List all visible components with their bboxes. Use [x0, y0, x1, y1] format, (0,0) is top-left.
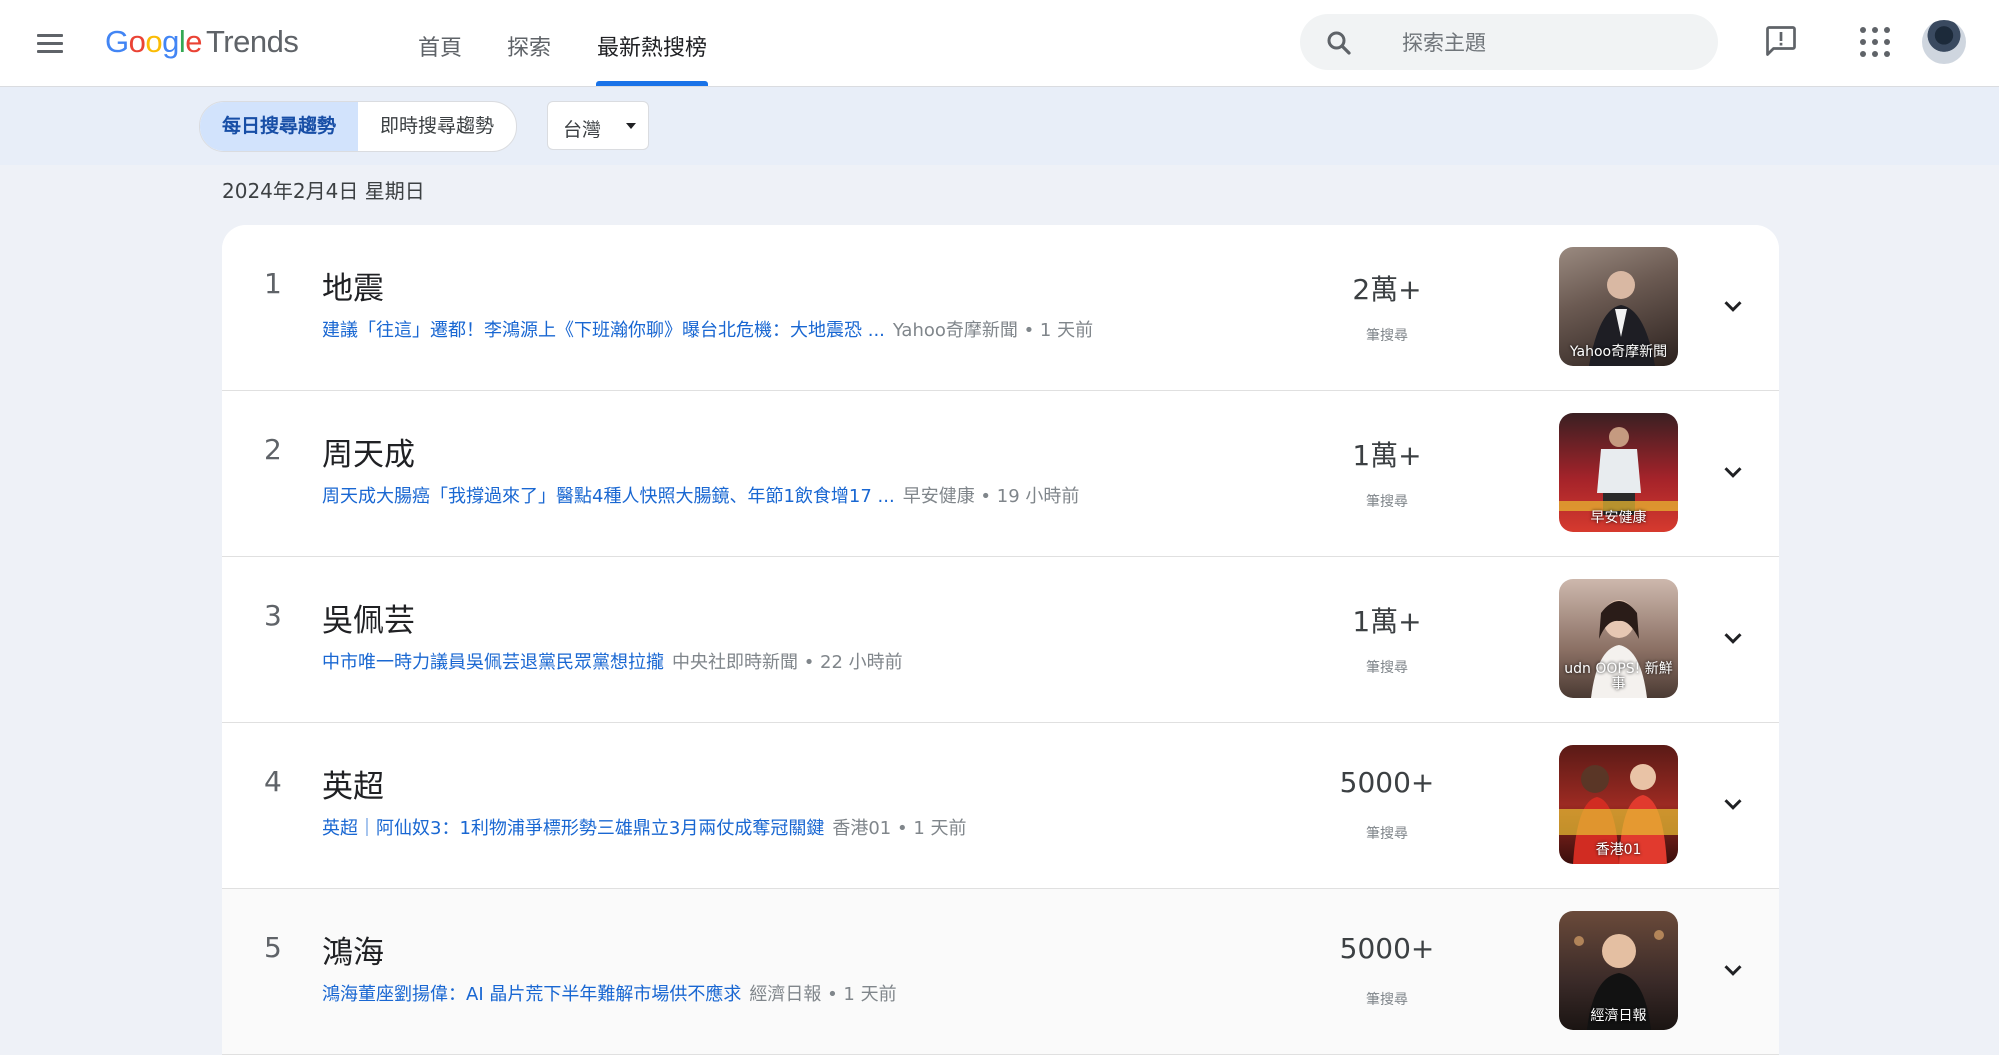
- region-select[interactable]: 台灣: [547, 101, 649, 150]
- search-count: 5000+: [1339, 932, 1435, 965]
- thumbnail-source: 經濟日報: [1590, 1008, 1647, 1024]
- search-count: 1萬+: [1352, 605, 1422, 638]
- account-avatar[interactable]: [1922, 20, 1966, 64]
- trend-row[interactable]: 5 鴻海 鴻海董座劉揚偉：AI 晶片荒下半年難解市場供不應求 經濟日報 • 1 天…: [222, 889, 1779, 1055]
- trend-subline: 英超｜阿仙奴3：1利物浦爭標形勢三雄鼎立3月兩仗成奪冠關鍵 香港01 • 1 天前: [322, 814, 967, 840]
- trend-rank: 4: [264, 765, 282, 798]
- article-meta: Yahoo奇摩新聞 • 1 天前: [892, 320, 1094, 341]
- trend-subline: 周天成大腸癌「我撐過來了」醫點4種人快照大腸鏡、年節1飲食增17 ... 早安健康…: [322, 482, 1079, 508]
- tab-realtime-trends[interactable]: 即時搜尋趨勢: [358, 102, 516, 151]
- search-input[interactable]: [1400, 26, 1694, 60]
- article-link[interactable]: 鴻海董座劉揚偉：AI 晶片荒下半年難解市場供不應求: [322, 984, 741, 1005]
- thumbnail-source: Yahoo奇摩新聞: [1569, 344, 1668, 360]
- news-thumbnail[interactable]: 香港01: [1559, 745, 1678, 864]
- feedback-icon[interactable]: [1763, 23, 1799, 59]
- news-thumbnail[interactable]: 早安健康: [1559, 413, 1678, 532]
- article-meta: 中央社即時新聞 • 22 小時前: [672, 652, 903, 673]
- article-link[interactable]: 英超｜阿仙奴3：1利物浦爭標形勢三雄鼎立3月兩仗成奪冠關鍵: [322, 818, 824, 839]
- search-count-label: 筆搜尋: [1366, 328, 1408, 344]
- trend-rank: 5: [264, 931, 282, 964]
- trend-rank: 3: [264, 599, 282, 632]
- trend-title[interactable]: 地震: [322, 263, 384, 308]
- apps-grid-icon[interactable]: [1860, 27, 1892, 59]
- trend-title[interactable]: 鴻海: [322, 927, 384, 972]
- trend-row[interactable]: 2 周天成 周天成大腸癌「我撐過來了」醫點4種人快照大腸鏡、年節1飲食增17 .…: [222, 391, 1779, 557]
- nav-tab-home[interactable]: 首頁: [418, 30, 462, 62]
- thumbnail-source: 早安健康: [1590, 510, 1647, 526]
- search-count-label: 筆搜尋: [1366, 494, 1408, 510]
- trend-rank: 2: [264, 433, 282, 466]
- trend-row[interactable]: 4 英超 英超｜阿仙奴3：1利物浦爭標形勢三雄鼎立3月兩仗成奪冠關鍵 香港01 •…: [222, 723, 1779, 889]
- news-thumbnail[interactable]: udn OOPS! 新鮮事: [1559, 579, 1678, 698]
- nav-tab-trending[interactable]: 最新熱搜榜: [597, 30, 707, 62]
- menu-icon[interactable]: [30, 25, 68, 63]
- trend-row[interactable]: 3 吳佩芸 中市唯一時力議員吳佩芸退黨民眾黨想拉攏 中央社即時新聞 • 22 小時…: [222, 557, 1779, 723]
- trend-title[interactable]: 周天成: [322, 429, 415, 474]
- trend-subline: 鴻海董座劉揚偉：AI 晶片荒下半年難解市場供不應求 經濟日報 • 1 天前: [322, 980, 897, 1006]
- date-heading: 2024年2月4日 星期日: [222, 179, 425, 203]
- news-thumbnail[interactable]: Yahoo奇摩新聞: [1559, 247, 1678, 366]
- trend-subline: 中市唯一時力議員吳佩芸退黨民眾黨想拉攏 中央社即時新聞 • 22 小時前: [322, 648, 903, 674]
- google-trends-logo[interactable]: Google Trends: [105, 24, 299, 60]
- search-count: 1萬+: [1352, 439, 1422, 472]
- search-count-label: 筆搜尋: [1366, 660, 1408, 676]
- tab-daily-trends[interactable]: 每日搜尋趨勢: [200, 102, 359, 151]
- search-count: 2萬+: [1352, 273, 1422, 306]
- chevron-down-icon[interactable]: [1718, 291, 1748, 321]
- search-icon[interactable]: [1324, 28, 1354, 58]
- active-tab-indicator: [596, 81, 708, 86]
- trend-list: 1 地震 建議「往這」遷都！李鴻源上《下班瀚你聊》曝台北危機：大地震恐 ... Y…: [222, 225, 1779, 1055]
- chevron-down-icon[interactable]: [1718, 789, 1748, 819]
- article-meta: 早安健康 • 19 小時前: [902, 486, 1080, 507]
- chevron-down-icon[interactable]: [1718, 623, 1748, 653]
- article-meta: 經濟日報 • 1 天前: [749, 984, 897, 1005]
- top-app-bar: Google Trends 首頁 探索 最新熱搜榜: [0, 0, 1999, 87]
- article-link[interactable]: 周天成大腸癌「我撐過來了」醫點4種人快照大腸鏡、年節1飲食增17 ...: [322, 486, 895, 507]
- trend-title[interactable]: 英超: [322, 761, 384, 806]
- search-box[interactable]: [1300, 14, 1718, 70]
- search-count-label: 筆搜尋: [1366, 992, 1408, 1008]
- trend-title[interactable]: 吳佩芸: [322, 595, 415, 640]
- chevron-down-icon[interactable]: [1718, 457, 1748, 487]
- trend-rank: 1: [264, 267, 282, 300]
- nav-tab-explore[interactable]: 探索: [507, 30, 551, 62]
- thumbnail-source: udn OOPS! 新鮮事: [1564, 661, 1673, 692]
- search-count-label: 筆搜尋: [1366, 826, 1408, 842]
- trend-type-toggle: 每日搜尋趨勢 即時搜尋趨勢: [199, 101, 518, 152]
- news-thumbnail[interactable]: 經濟日報: [1559, 911, 1678, 1030]
- thumbnail-source: 香港01: [1595, 842, 1642, 858]
- dropdown-caret-icon: [626, 123, 636, 129]
- trend-subline: 建議「往這」遷都！李鴻源上《下班瀚你聊》曝台北危機：大地震恐 ... Yahoo奇…: [322, 316, 1093, 342]
- search-count: 5000+: [1339, 766, 1435, 799]
- article-meta: 香港01 • 1 天前: [832, 818, 967, 839]
- article-link[interactable]: 建議「往這」遷都！李鴻源上《下班瀚你聊》曝台北危機：大地震恐 ...: [322, 320, 885, 341]
- chevron-down-icon[interactable]: [1718, 955, 1748, 985]
- trend-row[interactable]: 1 地震 建議「往這」遷都！李鴻源上《下班瀚你聊》曝台北危機：大地震恐 ... Y…: [222, 225, 1779, 391]
- region-label: 台灣: [563, 119, 602, 141]
- article-link[interactable]: 中市唯一時力議員吳佩芸退黨民眾黨想拉攏: [322, 652, 664, 673]
